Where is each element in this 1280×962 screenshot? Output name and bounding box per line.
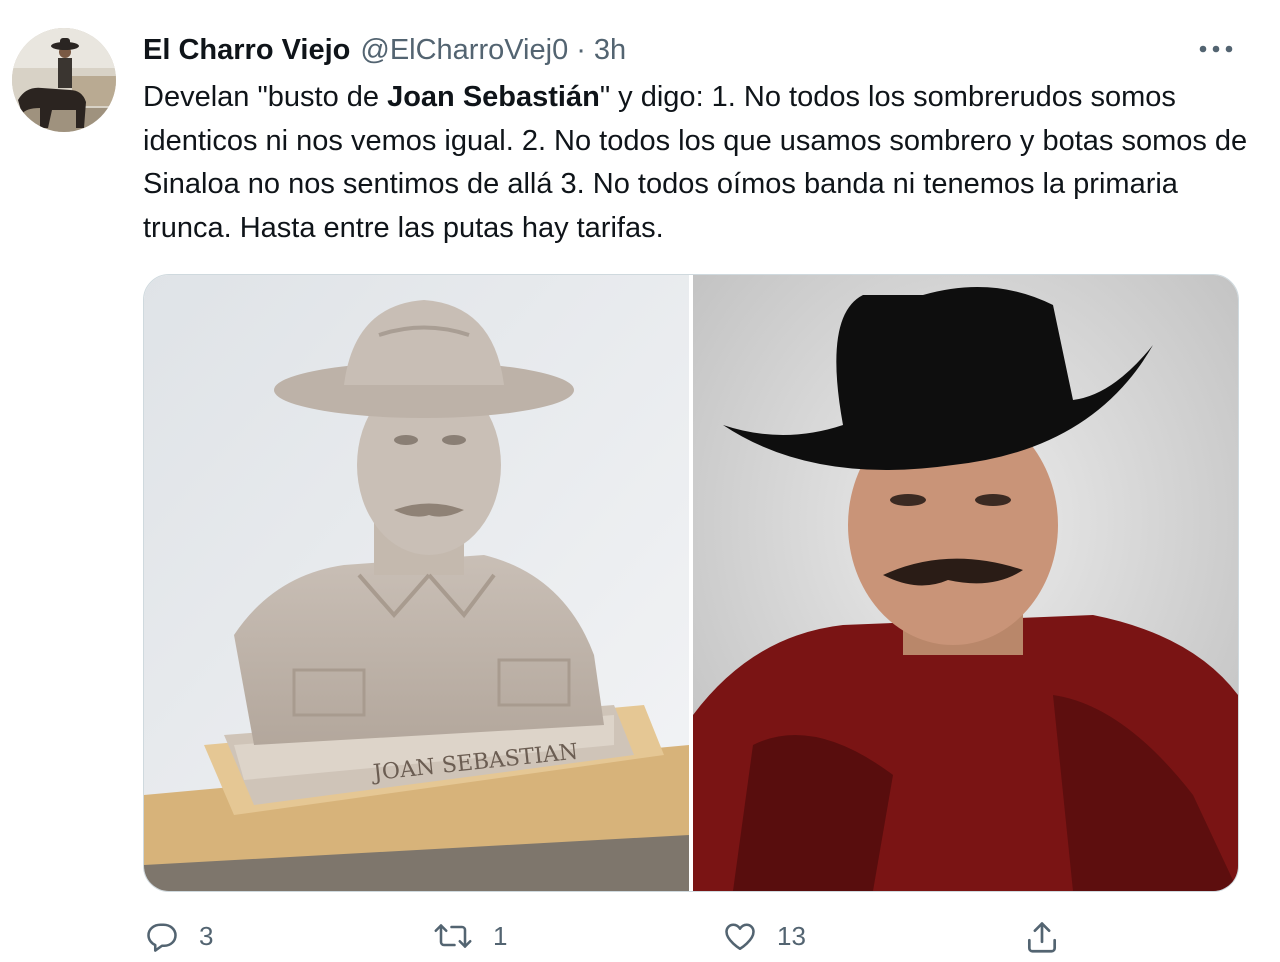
avatar[interactable] [12,28,116,132]
like-button[interactable]: 13 [721,918,806,954]
retweet-button[interactable]: 1 [431,918,507,954]
retweet-count: 1 [493,920,508,951]
reply-icon [147,923,177,952]
share-button[interactable] [1023,918,1061,956]
like-count: 13 [777,920,806,951]
tweet-header: El Charro Viejo @ElCharroViej0 · 3h [143,30,626,70]
separator-dot: · [576,33,586,66]
media-grid: JOAN SEBASTIAN [143,274,1239,892]
display-name[interactable]: El Charro Viejo [143,34,350,67]
media-image-bust[interactable]: JOAN SEBASTIAN [144,275,689,891]
timestamp[interactable]: 3h [594,34,626,67]
media-image-portrait[interactable] [693,275,1238,891]
heart-icon [725,923,755,951]
more-options-icon[interactable] [1196,36,1236,62]
reply-button[interactable]: 3 [143,918,213,954]
tweet-actions: 3 1 13 [143,918,1143,962]
retweet-icon [434,924,472,948]
reply-count: 3 [199,920,214,951]
tweet-text-part-1: Develan "busto de [143,81,388,113]
tweet-text-bold-name: Joan Sebastián [387,81,600,113]
tweet-text: Develan "busto de Joan Sebastián" y digo… [143,76,1253,250]
user-handle[interactable]: @ElCharroViej0 [360,34,568,67]
share-icon [1027,922,1057,953]
